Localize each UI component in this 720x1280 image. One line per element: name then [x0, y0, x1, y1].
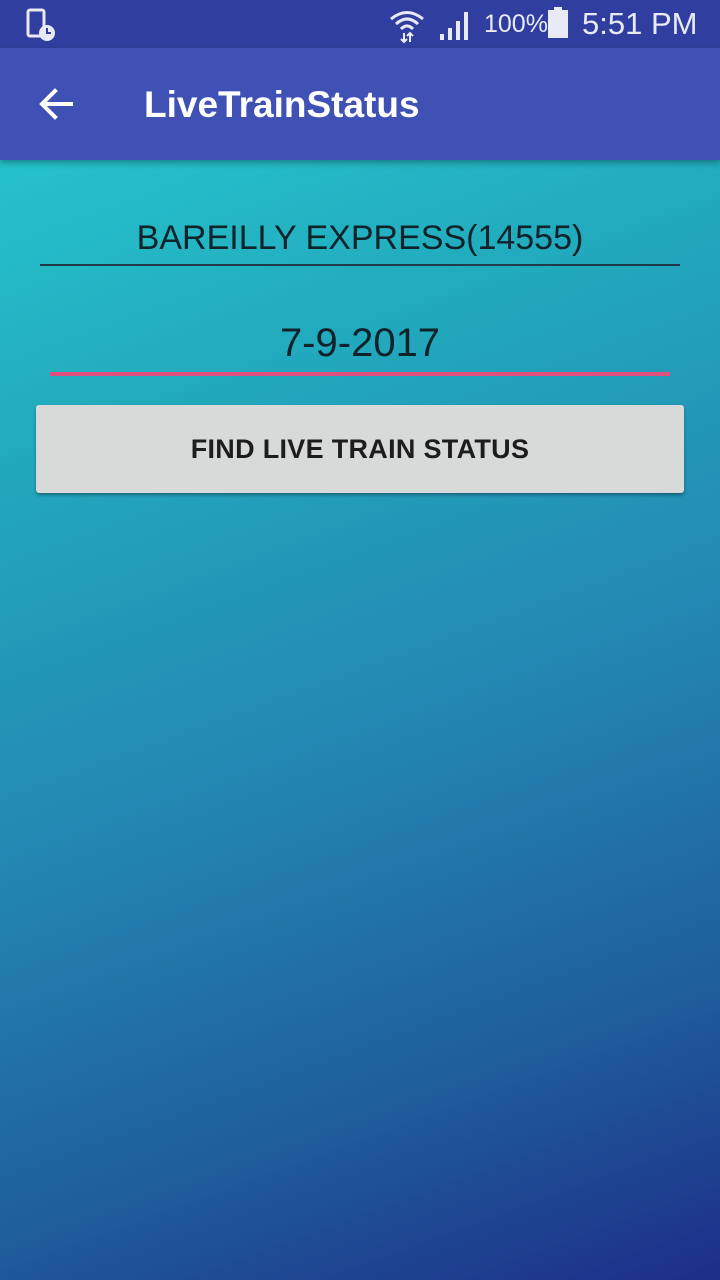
signal-icon [438, 8, 474, 42]
screen: 100% 5:51 PM LiveTrainStatus FIND LIVE T… [0, 0, 720, 1280]
back-button[interactable] [22, 70, 90, 138]
back-arrow-icon [39, 88, 73, 120]
wifi-icon [388, 6, 426, 44]
page-title: LiveTrainStatus [144, 84, 420, 125]
battery-percent: 100% [484, 10, 548, 38]
train-name-field[interactable] [40, 212, 680, 266]
date-field[interactable] [50, 314, 670, 376]
phone-clock-icon [26, 8, 58, 42]
status-clock: 5:51 PM [582, 6, 698, 41]
battery-icon [547, 7, 569, 39]
find-live-train-status-button[interactable]: FIND LIVE TRAIN STATUS [36, 405, 684, 493]
status-bar: 100% 5:51 PM [0, 0, 720, 48]
app-bar: LiveTrainStatus [0, 48, 720, 160]
